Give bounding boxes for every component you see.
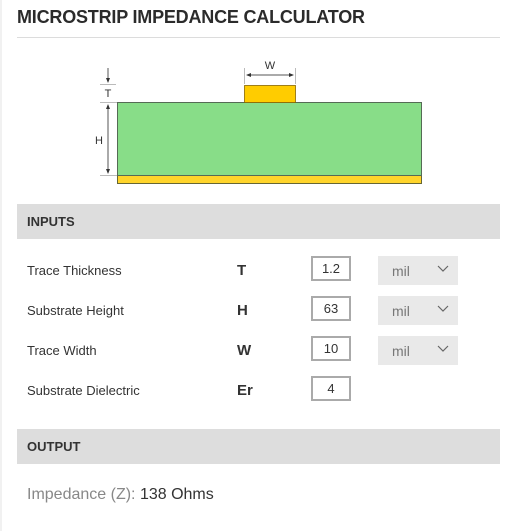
title-divider	[17, 37, 500, 38]
input-label: Trace Thickness	[27, 263, 122, 278]
unit-value: mil	[392, 303, 410, 319]
input-symbol: Er	[237, 382, 253, 399]
height-label: H	[95, 135, 103, 147]
output-section-title: OUTPUT	[27, 439, 81, 454]
impedance-value: 138 Ohms	[139, 486, 214, 503]
trace-conductor	[244, 85, 296, 103]
trace-thickness-unit-select[interactable]: mil	[378, 256, 458, 285]
input-label: Substrate Height	[27, 303, 124, 318]
chevron-down-icon	[437, 345, 449, 352]
input-symbol: H	[237, 302, 248, 319]
substrate	[117, 102, 422, 176]
input-label: Substrate Dielectric	[27, 383, 140, 398]
trace-width-unit-select[interactable]: mil	[378, 336, 458, 365]
chevron-down-icon	[437, 265, 449, 272]
microstrip-diagram: W T H	[95, 60, 422, 184]
input-row-trace-thickness: Trace Thickness T 1.2 mil	[17, 256, 500, 286]
impedance-label: Impedance (Z):	[27, 486, 136, 503]
ground-plane	[117, 175, 422, 184]
substrate-height-input[interactable]: 63	[311, 296, 351, 321]
chevron-down-icon	[437, 305, 449, 312]
unit-value: mil	[392, 263, 410, 279]
substrate-height-unit-select[interactable]: mil	[378, 296, 458, 325]
width-label: W	[265, 60, 276, 72]
impedance-output: Impedance (Z): 138 Ohms	[27, 486, 214, 504]
output-section-header: OUTPUT	[17, 429, 500, 464]
trace-thickness-input[interactable]: 1.2	[311, 256, 351, 281]
input-symbol: T	[237, 262, 247, 279]
substrate-dielectric-input[interactable]: 4	[311, 376, 351, 401]
input-label: Trace Width	[27, 343, 97, 358]
unit-value: mil	[392, 343, 410, 359]
input-row-substrate-dielectric: Substrate Dielectric Er 4	[17, 376, 500, 406]
input-row-substrate-height: Substrate Height H 63 mil	[17, 296, 500, 326]
page-title: MICROSTRIP IMPEDANCE CALCULATOR	[17, 7, 365, 27]
input-symbol: W	[237, 342, 252, 359]
page-edge	[0, 0, 2, 531]
input-row-trace-width: Trace Width W 10 mil	[17, 336, 500, 366]
thickness-label: T	[105, 88, 112, 100]
trace-width-input[interactable]: 10	[311, 336, 351, 361]
inputs-section-title: INPUTS	[27, 214, 75, 229]
inputs-section-header: INPUTS	[17, 204, 500, 239]
